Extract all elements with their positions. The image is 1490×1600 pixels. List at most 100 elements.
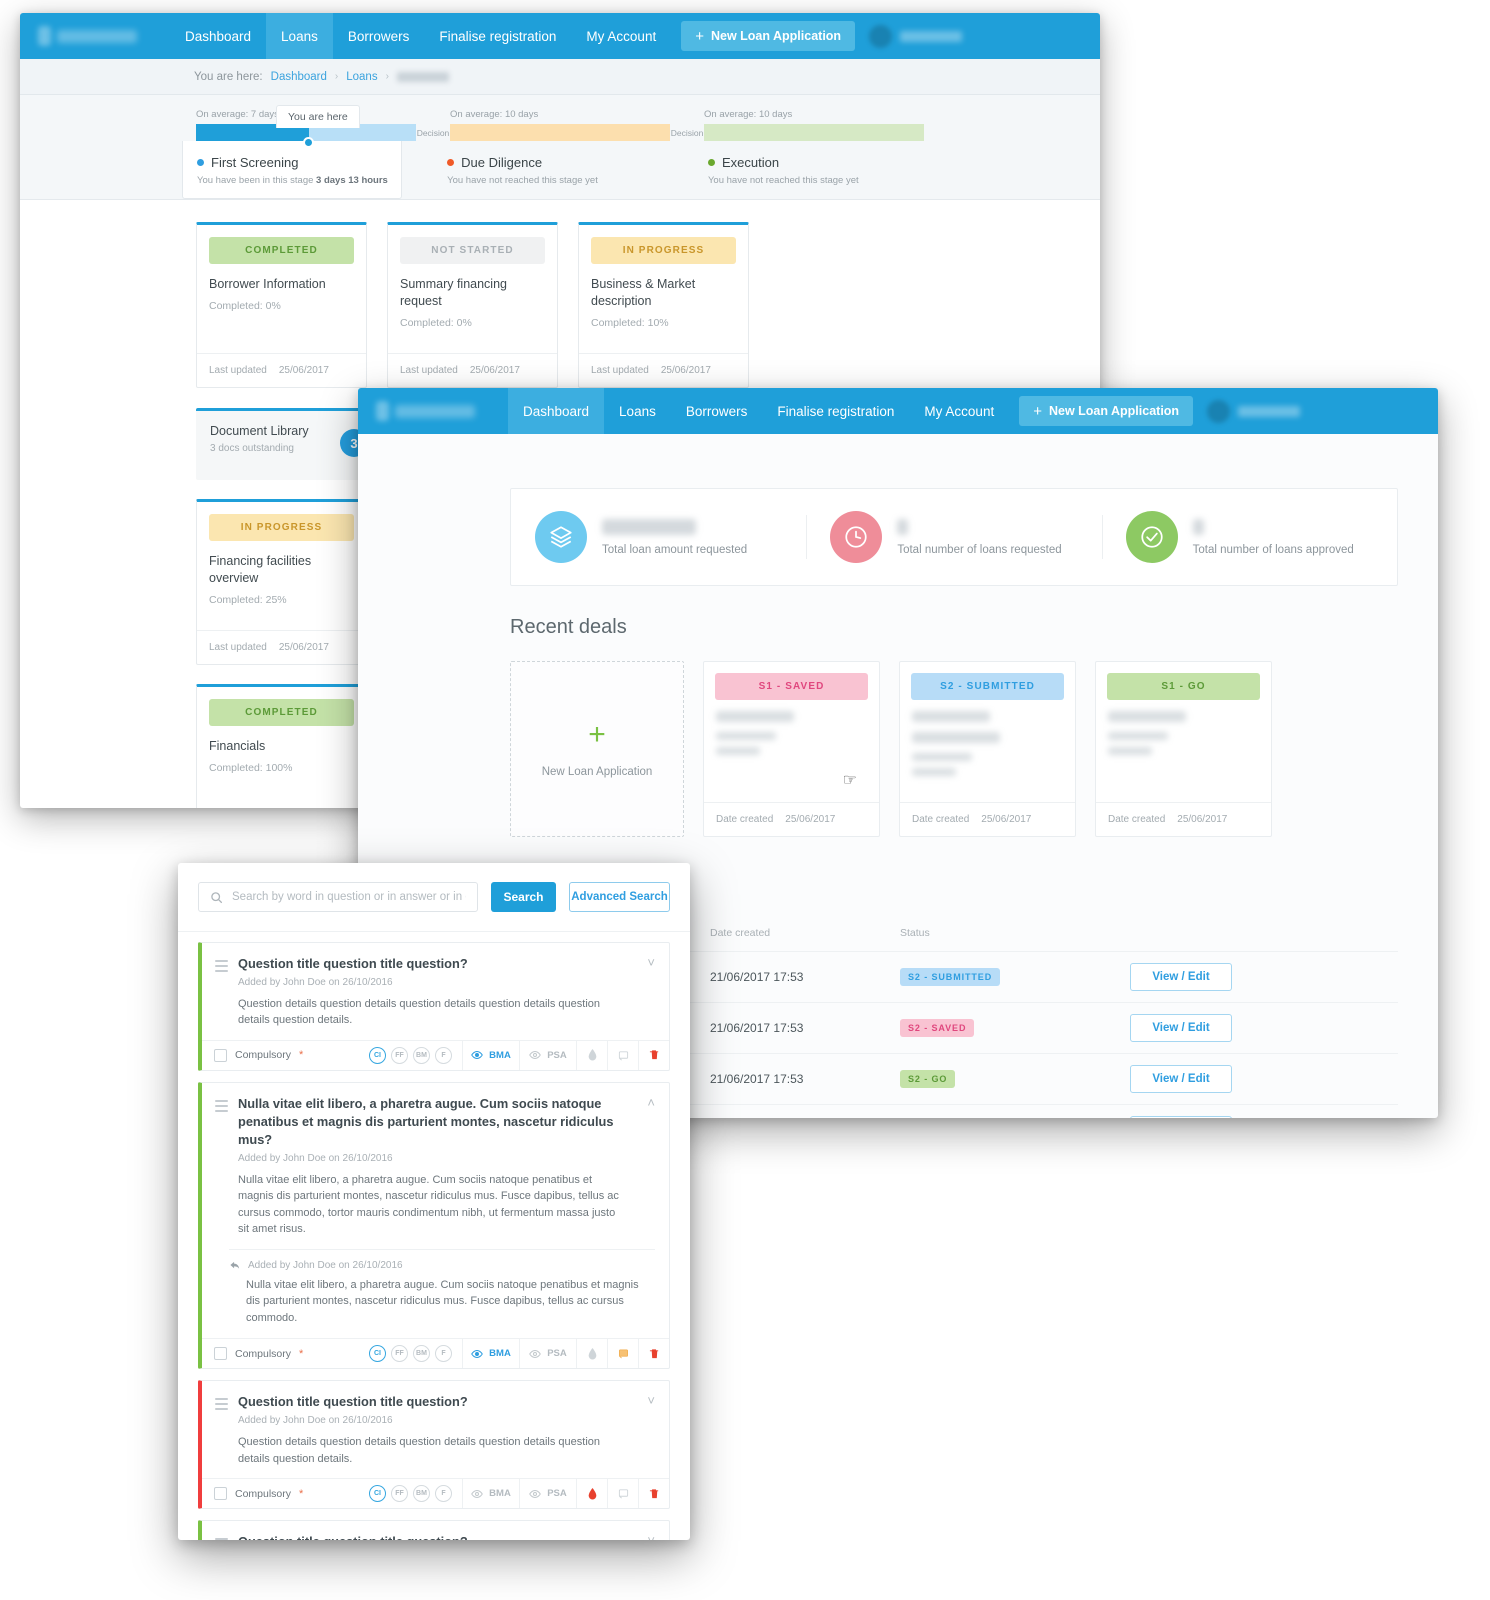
role-toggle-ff[interactable]: FF	[391, 1485, 408, 1503]
drag-handle-icon[interactable]	[215, 1398, 228, 1467]
role-toggle-f[interactable]: F	[435, 1046, 452, 1064]
nav-item-loans[interactable]: Loans	[604, 388, 671, 434]
deal-meta-1	[716, 732, 776, 740]
new-loan-application-button[interactable]: + New Loan Application	[681, 21, 856, 51]
view-edit-button[interactable]: View / Edit	[1130, 963, 1232, 991]
stat-text: Total number of loans approved	[1192, 518, 1354, 556]
view-edit-button[interactable]: View / Edit	[1130, 1116, 1232, 1118]
deal-card[interactable]: S1 - GO Date created 25/06/2017	[1095, 661, 1272, 837]
drag-handle-icon[interactable]	[215, 1099, 228, 1238]
stat-text: Total number of loans requested	[897, 518, 1062, 556]
psa-visibility-toggle[interactable]: PSA	[519, 1479, 576, 1509]
task-card-borrower-information[interactable]: COMPLETED Borrower Information Completed…	[196, 222, 367, 388]
date-created-value: 25/06/2017	[785, 814, 836, 825]
app-logo[interactable]	[358, 388, 508, 434]
deal-name	[912, 711, 990, 722]
comment-button[interactable]	[607, 1040, 638, 1070]
breadcrumb-item-dashboard[interactable]: Dashboard	[271, 71, 327, 83]
search-button[interactable]: Search	[491, 882, 556, 912]
chevron-down-icon[interactable]: ˅	[637, 1393, 655, 1467]
psa-visibility-toggle[interactable]: PSA	[519, 1339, 576, 1369]
deal-name	[1108, 711, 1186, 722]
status-dot-icon	[197, 159, 204, 166]
new-loan-application-tile[interactable]: + New Loan Application	[510, 661, 684, 837]
last-updated-label: Last updated	[591, 365, 649, 376]
priority-droplet-button[interactable]	[576, 1339, 607, 1369]
last-updated-date: 25/06/2017	[660, 365, 711, 376]
nav-item-dashboard[interactable]: Dashboard	[170, 13, 266, 59]
role-toggle-f[interactable]: F	[435, 1485, 452, 1503]
psa-visibility-toggle[interactable]: PSA	[519, 1040, 576, 1070]
role-toggle-bm[interactable]: BM	[413, 1485, 430, 1503]
chevron-up-icon[interactable]: ˄	[637, 1095, 655, 1238]
role-toggle-ci[interactable]: CI	[369, 1046, 386, 1064]
priority-droplet-button[interactable]	[576, 1040, 607, 1070]
nav-item-finalise-registration[interactable]: Finalise registration	[762, 388, 909, 434]
bma-visibility-toggle[interactable]: BMA	[462, 1339, 519, 1369]
nav-item-finalise-registration[interactable]: Finalise registration	[424, 13, 571, 59]
role-toggle-f[interactable]: F	[435, 1345, 452, 1363]
breadcrumb: You are here: Dashboard › Loans ›	[20, 59, 1100, 95]
nav-item-my-account[interactable]: My Account	[909, 388, 1009, 434]
document-library-text: Document Library 3 docs outstanding	[210, 424, 309, 454]
user-menu[interactable]	[1207, 388, 1318, 434]
deal-card[interactable]: S1 - SAVED ☞ Date created 25/06/2017	[703, 661, 880, 837]
comment-icon	[618, 1349, 628, 1359]
droplet-icon	[588, 1487, 596, 1499]
user-menu[interactable]	[869, 13, 980, 59]
breadcrumb-item-current	[396, 71, 449, 82]
stage-card-first-screening[interactable]: First Screening You have been in this st…	[182, 141, 403, 199]
task-card-business-market-description[interactable]: IN PROGRESS Business & Market descriptio…	[578, 222, 749, 388]
chevron-down-icon[interactable]: ˅	[637, 1533, 655, 1540]
stage-card-due-diligence[interactable]: Due Diligence You have not reached this …	[447, 141, 663, 199]
nav-item-borrowers[interactable]: Borrowers	[671, 388, 763, 434]
stage-subtext-prefix: You have been in this stage	[197, 175, 314, 186]
stat-loans-approved: Total number of loans approved	[1101, 511, 1397, 563]
task-card-financials[interactable]: COMPLETED Financials Completed: 100% Las…	[196, 684, 367, 808]
role-toggle-ci[interactable]: CI	[369, 1345, 386, 1363]
delete-button[interactable]	[638, 1339, 669, 1369]
stage-card-execution[interactable]: Execution You have not reached this stag…	[707, 141, 924, 199]
task-card-financing-facilities-overview[interactable]: IN PROGRESS Financing facilities overvie…	[196, 499, 367, 665]
search-field-wrap[interactable]	[198, 882, 478, 912]
view-edit-button[interactable]: View / Edit	[1130, 1014, 1232, 1042]
app-logo[interactable]	[20, 13, 170, 59]
view-edit-button[interactable]: View / Edit	[1130, 1065, 1232, 1093]
bma-label: BMA	[489, 1348, 511, 1360]
breadcrumb-item-loans[interactable]: Loans	[346, 71, 377, 83]
role-toggle-bm[interactable]: BM	[413, 1046, 430, 1064]
drag-handle-icon[interactable]	[215, 1538, 228, 1540]
role-toggle-ff[interactable]: FF	[391, 1046, 408, 1064]
bma-visibility-toggle[interactable]: BMA	[462, 1040, 519, 1070]
compulsory-checkbox[interactable]	[214, 1487, 227, 1501]
comment-button[interactable]	[607, 1339, 638, 1369]
document-library-card[interactable]: Document Library 3 docs outstanding 3	[196, 408, 382, 480]
advanced-search-button[interactable]: Advanced Search	[569, 882, 670, 912]
deal-card[interactable]: S2 - SUBMITTED Date created 25/06/2017	[899, 661, 1076, 837]
role-toggle-ci[interactable]: CI	[369, 1485, 386, 1503]
priority-droplet-button[interactable]	[576, 1479, 607, 1509]
comment-button[interactable]	[607, 1479, 638, 1509]
compulsory-group: Compulsory *	[202, 1041, 369, 1070]
task-completion: Completed: 25%	[209, 593, 287, 606]
cell-date-created: 21/06/2017 17:53	[710, 1002, 900, 1054]
task-card-summary-financing-request[interactable]: NOT STARTED Summary financing request Co…	[387, 222, 558, 388]
delete-button[interactable]	[638, 1040, 669, 1070]
nav-item-borrowers[interactable]: Borrowers	[333, 13, 425, 59]
new-loan-application-button[interactable]: + New Loan Application	[1019, 396, 1194, 426]
compulsory-checkbox[interactable]	[214, 1347, 227, 1361]
bma-visibility-toggle[interactable]: BMA	[462, 1479, 519, 1509]
delete-button[interactable]	[638, 1479, 669, 1509]
role-toggle-ff[interactable]: FF	[391, 1345, 408, 1363]
chevron-down-icon[interactable]: ˅	[637, 955, 655, 1029]
nav-item-my-account[interactable]: My Account	[571, 13, 671, 59]
nav-item-loans[interactable]: Loans	[266, 13, 333, 59]
role-toggle-bm[interactable]: BM	[413, 1345, 430, 1363]
compulsory-checkbox[interactable]	[214, 1048, 227, 1062]
search-input[interactable]	[232, 891, 466, 903]
drag-handle-icon[interactable]	[215, 960, 228, 1029]
status-badge: S2 - GO	[900, 1070, 956, 1088]
stage-subtext: You have been in this stage 3 days 13 ho…	[197, 175, 401, 186]
question-header: Nulla vitae elit libero, a pharetra augu…	[202, 1083, 669, 1249]
nav-item-dashboard[interactable]: Dashboard	[508, 388, 605, 434]
